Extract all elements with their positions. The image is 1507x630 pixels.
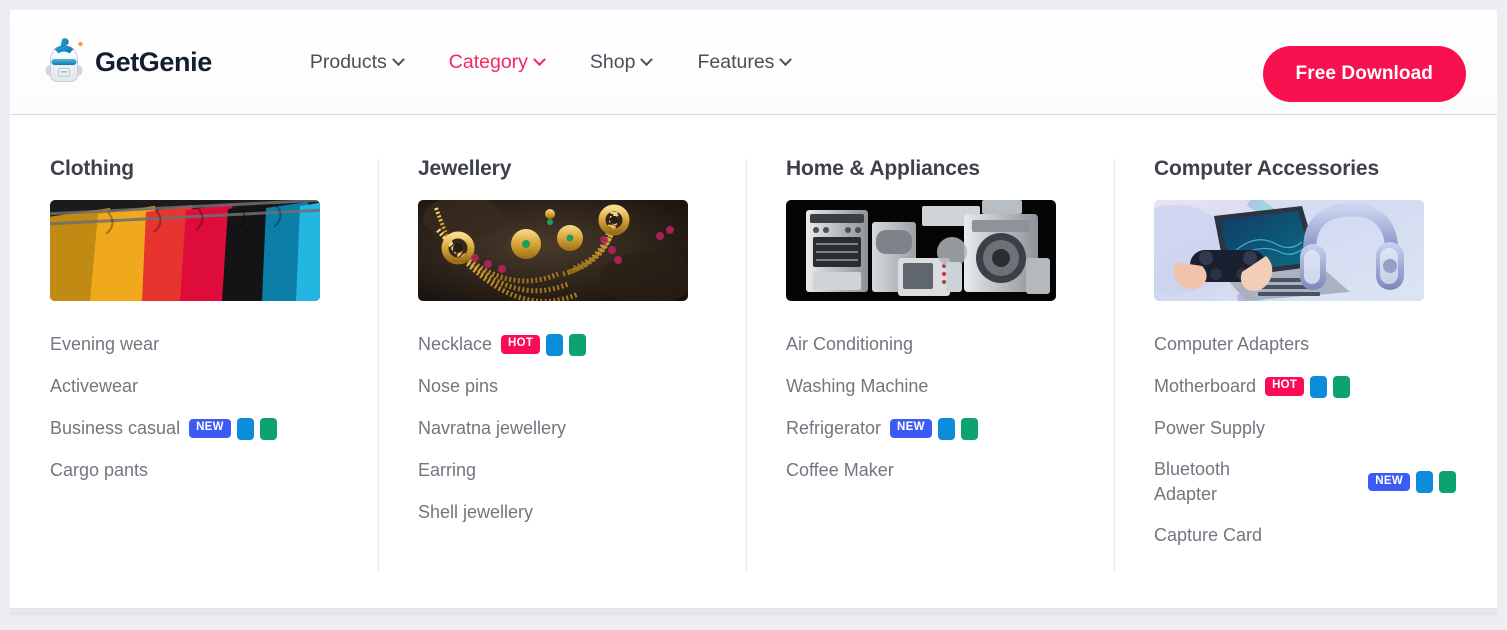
- badge-group: NEW: [189, 417, 277, 440]
- list-item[interactable]: Refrigerator NEW: [786, 415, 1088, 442]
- thumbnail-jewellery[interactable]: [418, 200, 688, 301]
- link-label: Evening wear: [50, 334, 160, 354]
- chevron-down-icon: [391, 52, 405, 66]
- list-item[interactable]: Bluetooth Adapter NEW: [1154, 457, 1456, 507]
- card-bottom-shadow: [10, 608, 1497, 618]
- blue-chip-icon: [1310, 375, 1328, 398]
- badge-group: NEW: [1368, 471, 1456, 493]
- list-item[interactable]: Business casual NEW: [50, 415, 352, 442]
- list-item[interactable]: Earring: [418, 457, 720, 484]
- page-root: GetGenie Products Category Shop Features: [0, 0, 1507, 630]
- genie-robot-logo-icon: [42, 37, 86, 87]
- list-item[interactable]: Necklace HOT: [418, 331, 720, 358]
- link-label: Computer Adapters: [1154, 334, 1310, 354]
- list-item[interactable]: Navratna jewellery: [418, 415, 720, 442]
- link-label: Nose pins: [418, 376, 499, 396]
- list-item[interactable]: Power Supply: [1154, 415, 1456, 442]
- chevron-down-icon: [640, 52, 654, 66]
- blue-chip-icon: [546, 333, 564, 356]
- link-label: Power Supply: [1154, 418, 1266, 438]
- mega-column-clothing: Clothing Evening wear Activewear Busines…: [10, 157, 378, 549]
- green-chip-icon: [569, 333, 587, 356]
- thumbnail-computer-accessories[interactable]: [1154, 200, 1424, 301]
- green-chip-icon: [1333, 375, 1351, 398]
- column-title-clothing: Clothing: [50, 157, 134, 180]
- badge-group: HOT: [501, 333, 587, 356]
- link-list-clothing: Evening wear Activewear Business casual …: [50, 331, 352, 484]
- status-badge-new: NEW: [1368, 472, 1410, 492]
- nav-item-category[interactable]: Category: [448, 50, 546, 74]
- link-list-computer-accessories: Computer Adapters Motherboard HOT Power …: [1154, 331, 1456, 549]
- site-header: GetGenie Products Category Shop Features: [10, 10, 1497, 115]
- list-item[interactable]: Nose pins: [418, 373, 720, 400]
- chevron-down-icon: [533, 52, 546, 66]
- link-label: Shell jewellery: [418, 502, 534, 522]
- green-chip-icon: [960, 417, 978, 440]
- status-badge-hot: HOT: [1265, 377, 1305, 396]
- main-nav: Products Category Shop Features: [309, 50, 793, 74]
- list-item[interactable]: Coffee Maker: [786, 457, 1088, 484]
- list-item[interactable]: Air Conditioning: [786, 331, 1088, 358]
- thumbnail-home-appliances[interactable]: [786, 200, 1056, 301]
- thumbnail-clothing[interactable]: [50, 200, 320, 301]
- mega-column-computer-accessories: Computer Accessories Computer Adapters M…: [1114, 157, 1482, 571]
- blue-chip-icon: [236, 417, 254, 440]
- status-badge-new: NEW: [890, 419, 932, 438]
- green-chip-icon: [259, 417, 277, 440]
- brand-logo[interactable]: GetGenie: [42, 37, 212, 87]
- link-list-home-appliances: Air Conditioning Washing Machine Refrige…: [786, 331, 1088, 484]
- link-label: Necklace: [418, 334, 493, 354]
- list-item[interactable]: Motherboard HOT: [1154, 373, 1456, 400]
- list-item[interactable]: Evening wear: [50, 331, 352, 358]
- status-badge-hot: HOT: [501, 335, 541, 354]
- link-label: Business casual: [50, 418, 181, 438]
- link-label: Air Conditioning: [786, 334, 914, 354]
- list-item[interactable]: Washing Machine: [786, 373, 1088, 400]
- nav-item-shop[interactable]: Shop: [589, 50, 654, 74]
- status-badge-new: NEW: [189, 419, 231, 438]
- list-item[interactable]: Shell jewellery: [418, 499, 720, 526]
- list-item[interactable]: Cargo pants: [50, 457, 352, 484]
- nav-label-products: Products: [309, 50, 387, 73]
- link-label: Cargo pants: [50, 460, 149, 480]
- column-title-jewellery: Jewellery: [418, 157, 512, 180]
- mega-column-home-appliances: Home & Appliances Air Conditioning Washi…: [746, 157, 1114, 571]
- link-list-jewellery: Necklace HOT Nose pins Navratna jeweller…: [418, 331, 720, 526]
- chevron-down-icon: [779, 52, 793, 66]
- nav-label-shop: Shop: [589, 50, 636, 73]
- category-mega-menu: Clothing Evening wear Activewear Busines…: [10, 115, 1497, 571]
- link-label: Capture Card: [1154, 525, 1263, 545]
- blue-chip-icon: [937, 417, 955, 440]
- site-card: GetGenie Products Category Shop Features: [10, 10, 1497, 612]
- link-label: Navratna jewellery: [418, 418, 567, 438]
- nav-item-products[interactable]: Products: [309, 50, 405, 74]
- link-label: Earring: [418, 460, 477, 480]
- list-item[interactable]: Capture Card: [1154, 522, 1456, 549]
- link-label: Motherboard: [1154, 376, 1257, 396]
- column-title-computer-accessories: Computer Accessories: [1154, 157, 1379, 180]
- mega-column-jewellery: Jewellery Necklace HOT Nose pins Navratn…: [378, 157, 746, 571]
- nav-label-features: Features: [697, 50, 775, 73]
- nav-label-category: Category: [448, 50, 528, 73]
- blue-chip-icon: [1416, 471, 1433, 493]
- link-label: Activewear: [50, 376, 139, 396]
- free-download-button[interactable]: Free Download: [1262, 46, 1466, 102]
- badge-group: NEW: [890, 417, 978, 440]
- list-item[interactable]: Computer Adapters: [1154, 331, 1456, 358]
- brand-name: GetGenie: [95, 46, 212, 77]
- list-item[interactable]: Activewear: [50, 373, 352, 400]
- link-label: Bluetooth Adapter: [1154, 459, 1231, 504]
- link-label: Coffee Maker: [786, 460, 894, 480]
- column-title-home-appliances: Home & Appliances: [786, 157, 980, 180]
- green-chip-icon: [1439, 471, 1456, 493]
- link-label: Refrigerator: [786, 418, 882, 438]
- badge-group: HOT: [1265, 375, 1351, 398]
- link-label: Washing Machine: [786, 376, 929, 396]
- nav-item-features[interactable]: Features: [697, 50, 793, 74]
